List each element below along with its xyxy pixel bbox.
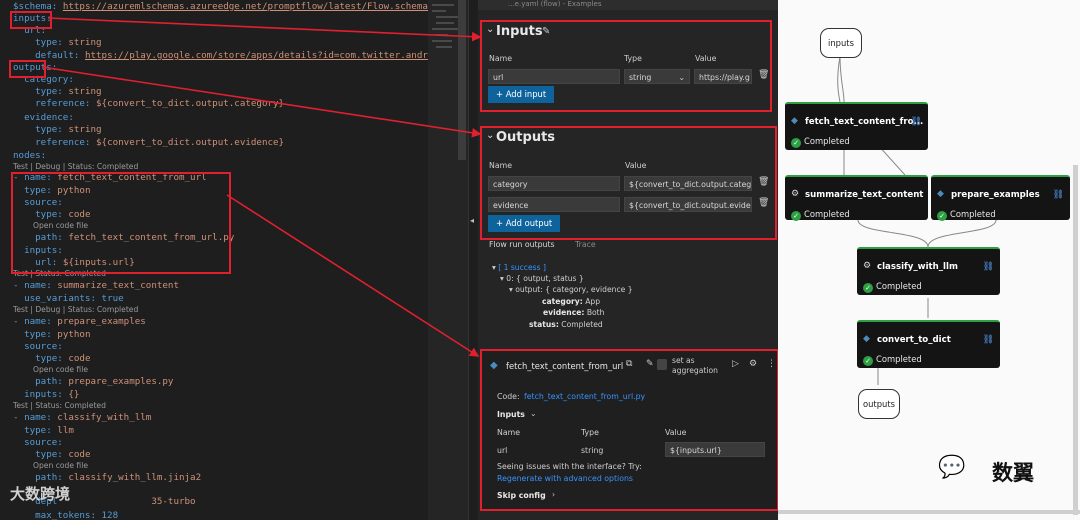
link-icon: ⛓ [982,262,994,272]
graph-node-summarize[interactable]: ⚙ summarize_text_content ✓ Completed [785,175,928,221]
graph-outputs-node[interactable]: outputs [858,389,900,419]
graph-inputs-node[interactable]: inputs [820,28,862,58]
graph-hscrollbar[interactable] [778,510,1080,514]
python-icon: ◆ [791,116,798,126]
arrow-node [226,194,480,357]
wechat-icon: 💬 [938,455,966,480]
check-circle-icon: ✓ [937,211,947,221]
link-icon: ⛓ [1052,190,1064,200]
watermark-right: 数翼 [992,461,1034,485]
graph-node-convert[interactable]: ◆ convert_to_dict ⛓ ✓ Completed [857,320,1000,368]
link-icon: ⛓ [982,335,994,345]
graph-node-prepare[interactable]: ◆ prepare_examples ⛓ ✓ Completed [931,175,1070,221]
check-circle-icon: ✓ [791,211,801,221]
python-icon: ◆ [937,189,944,199]
arrow-outputs [41,66,482,138]
python-icon: ◆ [863,334,870,344]
arrow-inputs [47,17,482,42]
link-icon: ⛓ [910,117,922,127]
graph-scrollbar[interactable] [1073,165,1078,515]
graph-node-classify[interactable]: ⚙ classify_with_llm ⛓ ✓ Completed [857,247,1000,295]
check-circle-icon: ✓ [863,356,873,366]
edge [927,219,997,248]
graph-node-fetch[interactable]: ◆ fetch_text_content_fro... ⛓ ✓ Completed [785,102,928,150]
check-circle-icon: ✓ [791,138,801,148]
llm-icon: ⚙ [791,189,800,199]
llm-icon: ⚙ [863,261,872,271]
check-circle-icon: ✓ [863,283,873,293]
edge [839,55,845,103]
flow-graph-canvas[interactable]: inputs ◆ fetch_text_content_fro... ⛓ ✓ Co… [778,0,1080,520]
edge [857,219,929,248]
